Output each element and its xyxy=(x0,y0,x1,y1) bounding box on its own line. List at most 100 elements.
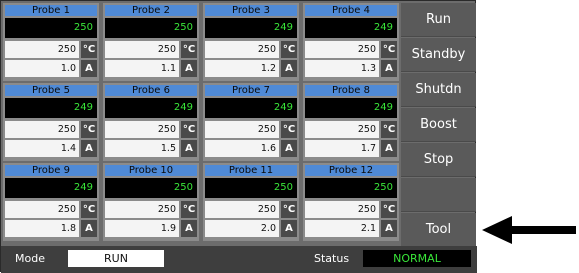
temperature-row: 250 °C xyxy=(205,121,297,138)
current-field[interactable]: 1.5 xyxy=(105,140,179,157)
status-bar: Mode RUN Status NORMAL xyxy=(1,246,477,273)
temperature-setpoint-field[interactable]: 250 xyxy=(305,41,379,58)
current-row: 2.1 A xyxy=(305,220,397,237)
standby-button[interactable]: Standby xyxy=(401,38,476,72)
amp-unit-badge: A xyxy=(281,140,297,157)
stop-button[interactable]: Stop xyxy=(401,143,476,177)
amp-unit-badge: A xyxy=(81,220,97,237)
amp-unit-badge: A xyxy=(181,60,197,77)
celsius-unit-badge: °C xyxy=(81,121,97,138)
probe-title: Probe 2 xyxy=(105,5,197,16)
temperature-row: 250 °C xyxy=(105,121,197,138)
current-field[interactable]: 2.1 xyxy=(305,220,379,237)
probe-tile: Probe 7 249 250 °C 1.6 A xyxy=(203,83,299,161)
temperature-row: 250 °C xyxy=(105,41,197,58)
probe-title: Probe 4 xyxy=(305,5,397,16)
probe-reading-display: 250 xyxy=(205,178,297,198)
probe-reading-display: 250 xyxy=(5,18,97,38)
status-label: Status xyxy=(314,252,350,265)
temperature-row: 250 °C xyxy=(5,201,97,218)
hmi-panel: Probe 1 250 250 °C 1.0 A Probe 2 250 250 °C 1.1 A Pr… xyxy=(0,0,477,273)
current-field[interactable]: 1.0 xyxy=(5,60,79,77)
probe-tile: Probe 12 250 250 °C 2.1 A xyxy=(303,163,399,241)
amp-unit-badge: A xyxy=(81,60,97,77)
current-field[interactable]: 1.1 xyxy=(105,60,179,77)
probe-title: Probe 5 xyxy=(5,85,97,96)
temperature-row: 250 °C xyxy=(305,121,397,138)
mode-label: Mode xyxy=(15,252,45,265)
current-field[interactable]: 1.6 xyxy=(205,140,279,157)
probe-title: Probe 3 xyxy=(205,5,297,16)
tool-button[interactable]: Tool xyxy=(401,213,476,247)
mode-value: RUN xyxy=(68,250,164,267)
temperature-setpoint-field[interactable]: 250 xyxy=(105,41,179,58)
temperature-setpoint-field[interactable]: 250 xyxy=(5,41,79,58)
current-row: 1.4 A xyxy=(5,140,97,157)
boost-button[interactable]: Boost xyxy=(401,108,476,142)
current-field[interactable]: 1.2 xyxy=(205,60,279,77)
probe-tile: Probe 2 250 250 °C 1.1 A xyxy=(103,3,199,81)
celsius-unit-badge: °C xyxy=(81,201,97,218)
temperature-setpoint-field[interactable]: 250 xyxy=(5,121,79,138)
celsius-unit-badge: °C xyxy=(381,41,397,58)
temperature-setpoint-field[interactable]: 250 xyxy=(305,201,379,218)
current-field[interactable]: 2.0 xyxy=(205,220,279,237)
temperature-row: 250 °C xyxy=(305,41,397,58)
current-field[interactable]: 1.8 xyxy=(5,220,79,237)
probe-title: Probe 11 xyxy=(205,165,297,176)
temperature-setpoint-field[interactable]: 250 xyxy=(305,121,379,138)
probe-tile: Probe 10 250 250 °C 1.9 A xyxy=(103,163,199,241)
run-button[interactable]: Run xyxy=(401,3,476,37)
temperature-row: 250 °C xyxy=(5,41,97,58)
celsius-unit-badge: °C xyxy=(181,41,197,58)
temperature-setpoint-field[interactable]: 250 xyxy=(105,121,179,138)
temperature-setpoint-field[interactable]: 250 xyxy=(205,201,279,218)
current-field[interactable]: 1.4 xyxy=(5,140,79,157)
probe-tile: Probe 8 249 250 °C 1.7 A xyxy=(303,83,399,161)
amp-unit-badge: A xyxy=(381,140,397,157)
celsius-unit-badge: °C xyxy=(381,201,397,218)
celsius-unit-badge: °C xyxy=(281,121,297,138)
probe-tile: Probe 9 249 250 °C 1.8 A xyxy=(3,163,99,241)
probe-reading-display: 249 xyxy=(5,98,97,118)
probe-tile: Probe 4 249 250 °C 1.3 A xyxy=(303,3,399,81)
probe-tile: Probe 1 250 250 °C 1.0 A xyxy=(3,3,99,81)
current-row: 1.1 A xyxy=(105,60,197,77)
probe-title: Probe 9 xyxy=(5,165,97,176)
current-row: 2.0 A xyxy=(205,220,297,237)
probe-tile: Probe 6 249 250 °C 1.5 A xyxy=(103,83,199,161)
probe-title: Probe 12 xyxy=(305,165,397,176)
temperature-setpoint-field[interactable]: 250 xyxy=(5,201,79,218)
probe-reading-display: 249 xyxy=(5,178,97,198)
current-row: 1.3 A xyxy=(305,60,397,77)
current-field[interactable]: 1.3 xyxy=(305,60,379,77)
temperature-setpoint-field[interactable]: 250 xyxy=(205,121,279,138)
current-row: 1.9 A xyxy=(105,220,197,237)
current-row: 1.8 A xyxy=(5,220,97,237)
probe-title: Probe 8 xyxy=(305,85,397,96)
amp-unit-badge: A xyxy=(381,220,397,237)
amp-unit-badge: A xyxy=(181,140,197,157)
amp-unit-badge: A xyxy=(281,60,297,77)
temperature-row: 250 °C xyxy=(5,121,97,138)
probe-reading-display: 249 xyxy=(105,98,197,118)
probe-title: Probe 6 xyxy=(105,85,197,96)
arrow-left-icon xyxy=(482,216,576,244)
probe-reading-display: 250 xyxy=(105,178,197,198)
current-field[interactable]: 1.7 xyxy=(305,140,379,157)
probe-reading-display: 249 xyxy=(305,98,397,118)
temperature-row: 250 °C xyxy=(205,201,297,218)
probe-reading-display: 249 xyxy=(205,98,297,118)
temperature-setpoint-field[interactable]: 250 xyxy=(205,41,279,58)
blank-button[interactable] xyxy=(401,178,476,212)
amp-unit-badge: A xyxy=(181,220,197,237)
temperature-setpoint-field[interactable]: 250 xyxy=(105,201,179,218)
probe-tile: Probe 5 249 250 °C 1.4 A xyxy=(3,83,99,161)
probe-reading-display: 249 xyxy=(305,18,397,38)
probe-tile: Probe 3 249 250 °C 1.2 A xyxy=(203,3,299,81)
amp-unit-badge: A xyxy=(381,60,397,77)
probe-title: Probe 1 xyxy=(5,5,97,16)
shutdn-button[interactable]: Shutdn xyxy=(401,73,476,107)
current-field[interactable]: 1.9 xyxy=(105,220,179,237)
amp-unit-badge: A xyxy=(281,220,297,237)
